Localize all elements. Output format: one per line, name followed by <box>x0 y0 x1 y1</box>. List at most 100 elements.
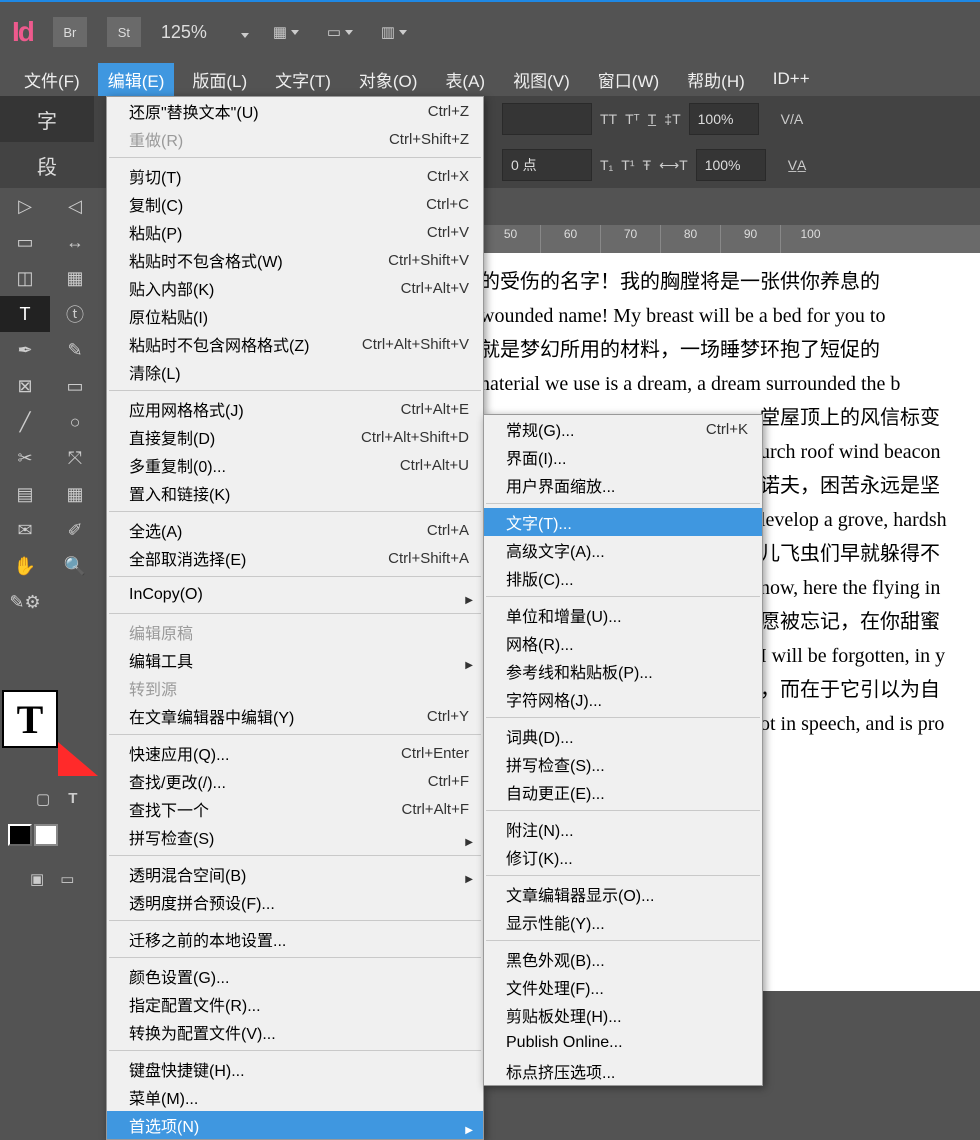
menu-idpp[interactable]: ID++ <box>763 65 820 93</box>
screen-mode-icon[interactable]: ▭ <box>323 19 357 45</box>
rect-frame-tool[interactable]: ⊠ <box>0 368 50 404</box>
menu-item[interactable]: 黑色外观(B)... <box>484 945 762 973</box>
swatch-white[interactable] <box>34 824 58 846</box>
menu-item[interactable]: 修订(K)... <box>484 843 762 871</box>
tt-caps-icon[interactable]: TT <box>600 111 617 127</box>
menu-item[interactable]: 高级文字(A)... <box>484 536 762 564</box>
rect-tool[interactable]: ▭ <box>50 368 100 404</box>
menu-layout[interactable]: 版面(L) <box>182 63 257 96</box>
menu-table[interactable]: 表(A) <box>435 63 495 96</box>
menu-item[interactable]: 透明度拼合预设(F)... <box>107 888 483 916</box>
menu-item[interactable]: 全选(A)Ctrl+A <box>107 516 483 544</box>
direct-select-tool[interactable]: ◁ <box>50 188 100 224</box>
menu-item[interactable]: 剪切(T)Ctrl+X <box>107 162 483 190</box>
preview-view-icon[interactable]: ▭ <box>60 870 74 888</box>
selection-tool[interactable]: ▷ <box>0 188 50 224</box>
kerning-icon[interactable]: V/A <box>781 111 804 127</box>
menu-item[interactable]: 迁移之前的本地设置... <box>107 925 483 953</box>
stroke-proxy[interactable] <box>58 742 98 776</box>
zoom-tool[interactable]: 🔍 <box>50 548 100 584</box>
scissors-tool[interactable]: ✂ <box>0 440 50 476</box>
menu-type[interactable]: 文字(T) <box>265 63 341 96</box>
menu-item[interactable]: 单位和增量(U)... <box>484 601 762 629</box>
vscale-icon[interactable]: ‡T <box>664 111 680 127</box>
frame-tool[interactable]: ▦ <box>50 260 100 296</box>
sub-icon[interactable]: T₁ <box>600 157 613 173</box>
menu-item[interactable]: 透明混合空间(B) <box>107 860 483 888</box>
menu-item[interactable]: 粘贴(P)Ctrl+V <box>107 218 483 246</box>
menu-item[interactable]: 应用网格格式(J)Ctrl+Alt+E <box>107 395 483 423</box>
menu-item[interactable]: 自动更正(E)... <box>484 778 762 806</box>
menu-item[interactable]: 常规(G)...Ctrl+K <box>484 415 762 443</box>
menu-window[interactable]: 窗口(W) <box>588 63 669 96</box>
misc-tool[interactable] <box>50 584 100 620</box>
hscale-icon[interactable]: ⟷T <box>659 157 688 174</box>
bridge-chip[interactable]: Br <box>53 17 87 47</box>
pencil-tool[interactable]: ✎ <box>50 332 100 368</box>
gradient-tool[interactable]: ▤ <box>0 476 50 512</box>
type-tool[interactable]: T <box>0 296 50 332</box>
menu-item[interactable]: 首选项(N) <box>107 1111 483 1139</box>
content-tool[interactable]: ◫ <box>0 260 50 296</box>
menu-item[interactable]: 用户界面缩放... <box>484 471 762 499</box>
leading-input[interactable]: 0 点 <box>502 149 592 181</box>
pen-tool[interactable]: ✒ <box>0 332 50 368</box>
menu-item[interactable]: 编辑工具 <box>107 646 483 674</box>
menu-item[interactable]: 拼写检查(S)... <box>484 750 762 778</box>
underline-icon[interactable]: T̲ <box>648 111 657 127</box>
menu-item[interactable]: 在文章编辑器中编辑(Y)Ctrl+Y <box>107 702 483 730</box>
menu-item[interactable]: 查找/更改(/)...Ctrl+F <box>107 767 483 795</box>
transform-tool[interactable]: ⤧ <box>50 440 100 476</box>
menu-object[interactable]: 对象(O) <box>349 63 428 96</box>
menu-item[interactable]: 文字(T)... <box>484 508 762 536</box>
menu-item[interactable]: 字符网格(J)... <box>484 685 762 713</box>
view-options-icon[interactable]: ▦ <box>269 19 303 45</box>
menu-item[interactable]: 菜单(M)... <box>107 1083 483 1111</box>
menu-item[interactable]: Publish Online... <box>484 1029 762 1057</box>
para-tab[interactable]: 段 <box>0 142 94 188</box>
menu-item[interactable]: 还原"替换文本"(U)Ctrl+Z <box>107 97 483 125</box>
hscale-input[interactable]: 100% <box>696 149 766 181</box>
note-tool[interactable]: ✉ <box>0 512 50 548</box>
font-size-input[interactable] <box>502 103 592 135</box>
eyedrop-tool[interactable]: ✐ <box>50 512 100 548</box>
menu-item[interactable]: 粘贴时不包含格式(W)Ctrl+Shift+V <box>107 246 483 274</box>
menu-item[interactable]: 标点挤压选项... <box>484 1057 762 1085</box>
menu-item[interactable]: 清除(L) <box>107 358 483 386</box>
menu-help[interactable]: 帮助(H) <box>677 63 755 96</box>
menu-item[interactable]: 排版(C)... <box>484 564 762 592</box>
arrange-icon[interactable]: ▥ <box>377 19 411 45</box>
color-theme-tool[interactable]: ✎⚙ <box>0 584 50 620</box>
menu-item[interactable]: 颜色设置(G)... <box>107 962 483 990</box>
vscale-input[interactable]: 100% <box>689 103 759 135</box>
menu-item[interactable]: 原位粘贴(I) <box>107 302 483 330</box>
menu-item[interactable]: 键盘快捷键(H)... <box>107 1055 483 1083</box>
strike-icon[interactable]: Ŧ <box>643 157 652 173</box>
line-tool[interactable]: ╱ <box>0 404 50 440</box>
menu-item[interactable]: InCopy(O) <box>107 581 483 609</box>
menu-item[interactable]: 置入和链接(K) <box>107 479 483 507</box>
menu-item[interactable]: 快速应用(Q)...Ctrl+Enter <box>107 739 483 767</box>
menu-item[interactable]: 附注(N)... <box>484 815 762 843</box>
fill-proxy[interactable]: T <box>2 690 58 748</box>
menu-item[interactable]: 界面(I)... <box>484 443 762 471</box>
menu-item[interactable]: 转换为配置文件(V)... <box>107 1018 483 1046</box>
menu-item[interactable]: 多重复制(0)...Ctrl+Alt+U <box>107 451 483 479</box>
menu-file[interactable]: 文件(F) <box>14 63 90 96</box>
menu-item[interactable]: 复制(C)Ctrl+C <box>107 190 483 218</box>
char-tab[interactable]: 字 <box>0 96 94 142</box>
vertical-type-tool[interactable]: ⓣ <box>50 296 100 332</box>
tt-small-icon[interactable]: Tᵀ <box>625 111 640 127</box>
menu-item[interactable]: 网格(R)... <box>484 629 762 657</box>
menu-item[interactable]: 参考线和粘贴板(P)... <box>484 657 762 685</box>
stock-chip[interactable]: St <box>107 17 141 47</box>
zoom-select[interactable]: 125% <box>161 22 249 43</box>
page-tool[interactable]: ▭ <box>0 224 50 260</box>
menu-item[interactable]: 显示性能(Y)... <box>484 908 762 936</box>
menu-item[interactable]: 词典(D)... <box>484 722 762 750</box>
menu-edit[interactable]: 编辑(E) <box>98 63 175 96</box>
menu-item[interactable]: 文件处理(F)... <box>484 973 762 1001</box>
format-text-icon[interactable]: T <box>68 790 77 808</box>
tracking-icon[interactable]: V̲A̲ <box>788 157 807 173</box>
swatch-tool[interactable]: ▦ <box>50 476 100 512</box>
